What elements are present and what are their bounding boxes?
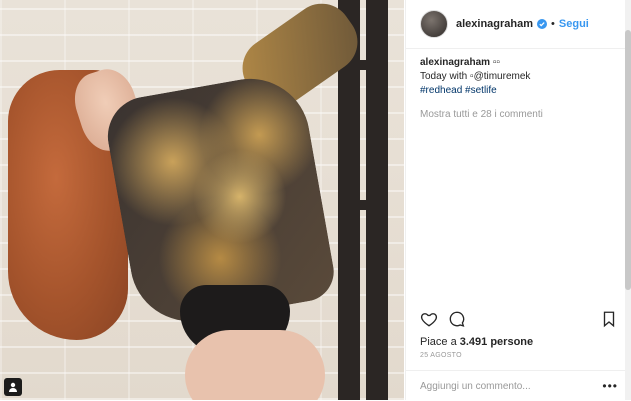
caption-section: alexinagraham ▫▫ Today with ▫@timuremek … (420, 56, 618, 122)
user-tag-icon[interactable] (4, 378, 22, 396)
view-all-comments-link[interactable]: Mostra tutti e 28 i commenti (420, 108, 618, 122)
likes-prefix: Piace a (420, 336, 460, 348)
hashtag-link[interactable]: #setlife (465, 85, 497, 96)
caption-username[interactable]: alexinagraham (420, 57, 490, 68)
post-username[interactable]: alexinagraham (456, 18, 533, 30)
scrollbar-thumb[interactable] (625, 30, 631, 290)
comment-box: Aggiungi un commento... ••• (406, 370, 631, 401)
post-header: alexinagraham • Segui (406, 0, 631, 49)
more-options-button[interactable]: ••• (602, 379, 618, 393)
post-details-panel: alexinagraham • Segui alexinagraham ▫▫ T… (405, 0, 631, 400)
avatar[interactable] (420, 10, 448, 38)
caption-line-2: Today with ▫@timuremek (420, 71, 531, 82)
model-leg (185, 330, 325, 400)
ladder-rung (338, 200, 388, 210)
comment-bubble-icon[interactable] (448, 310, 466, 328)
caption-hashtags: #redhead #setlife (420, 84, 618, 98)
caption-suffix: ▫▫ (490, 57, 500, 68)
action-bar (420, 310, 618, 328)
likes-count[interactable]: Piace a 3.491 persone (420, 336, 533, 348)
comment-input[interactable]: Aggiungi un commento... (420, 381, 602, 392)
heart-icon[interactable] (420, 310, 438, 328)
hashtag-link[interactable]: #redhead (420, 85, 462, 96)
scrollbar-track[interactable] (625, 0, 631, 400)
follow-button[interactable]: Segui (559, 18, 589, 30)
post-photo[interactable] (0, 0, 404, 400)
separator-dot: • (551, 18, 555, 30)
bookmark-icon[interactable] (600, 310, 618, 328)
likes-people[interactable]: 3.491 persone (460, 336, 533, 348)
caption-line-1: alexinagraham ▫▫ (420, 56, 618, 70)
verified-badge-icon (537, 19, 548, 29)
post-date: 25 AGOSTO (420, 352, 462, 359)
